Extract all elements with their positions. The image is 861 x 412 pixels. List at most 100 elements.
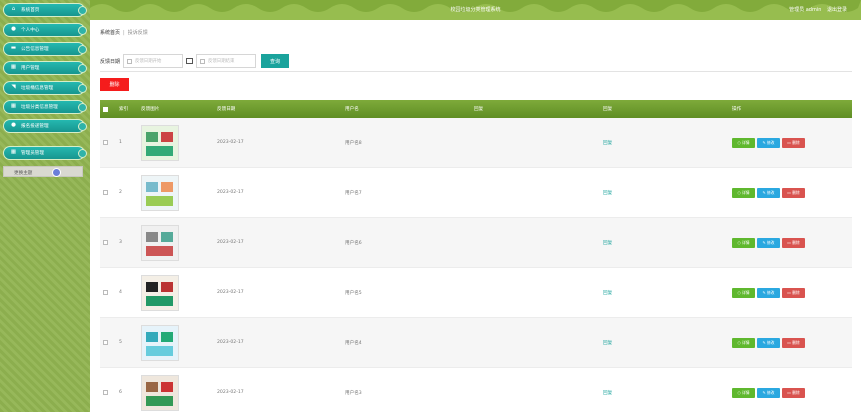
- detail-button[interactable]: ○ 详情: [732, 237, 755, 248]
- breadcrumb-home[interactable]: 系统首页: [100, 30, 120, 36]
- sidebar-item-label: 用户管理: [21, 66, 40, 71]
- row-checkbox[interactable]: [103, 290, 108, 295]
- reply-text: 回复: [603, 290, 613, 296]
- row-index: 1: [119, 140, 122, 145]
- feedback-image[interactable]: [141, 174, 179, 211]
- row-checkbox[interactable]: [103, 240, 108, 245]
- select-all-checkbox[interactable]: [103, 106, 108, 112]
- detail-label: 详情: [741, 189, 750, 195]
- username: 用户名3: [345, 390, 362, 396]
- sidebar-item-label: 系统首页: [21, 8, 40, 13]
- bin-icon: ◥: [11, 84, 16, 91]
- row-checkbox[interactable]: [103, 390, 108, 395]
- username: 用户名7: [345, 190, 362, 196]
- sidebar-item-categories[interactable]: ▦ 垃圾分类信息管理: [3, 100, 87, 114]
- edit-button[interactable]: ✎ 修改: [757, 137, 780, 148]
- reply-text: 回复: [603, 190, 613, 196]
- delete-button[interactable]: ▭ 删除: [782, 137, 805, 148]
- feedback-date: 2023-02-17: [217, 340, 244, 345]
- edit-button[interactable]: ✎ 修改: [757, 387, 780, 398]
- column-header: 索引: [119, 107, 129, 112]
- detail-label: 详情: [741, 389, 750, 395]
- sidebar-item-bins[interactable]: ◥ 垃圾桶信息管理: [3, 81, 87, 95]
- feedback-image[interactable]: [141, 274, 179, 311]
- batch-delete-button[interactable]: 删除: [100, 78, 129, 91]
- delete-label: 删除: [792, 339, 800, 345]
- system-title: 校园垃圾分类管理系统: [450, 7, 501, 13]
- feedback-image[interactable]: [141, 224, 179, 261]
- column-header: 操作: [732, 107, 742, 112]
- delete-button[interactable]: ▭ 删除: [782, 187, 805, 198]
- row-checkbox[interactable]: [103, 140, 108, 145]
- reply-text: 回复: [603, 240, 613, 246]
- feedback-image[interactable]: [141, 374, 179, 411]
- user-icon: ●: [11, 122, 16, 129]
- search-button[interactable]: 查询: [261, 54, 290, 68]
- expand-icon: [78, 26, 87, 35]
- detail-button[interactable]: ○ 详情: [732, 137, 755, 148]
- feedback-image[interactable]: [141, 324, 179, 361]
- expand-icon: [78, 64, 87, 73]
- theme-switcher[interactable]: 更换主题: [3, 166, 83, 177]
- feedback-image[interactable]: [141, 124, 179, 161]
- breadcrumb: 系统首页 | 投诉反馈: [100, 30, 148, 36]
- detail-button[interactable]: ○ 详情: [732, 387, 755, 398]
- expand-icon: [78, 84, 87, 93]
- theme-label: 更换主题: [14, 171, 33, 176]
- end-date-input[interactable]: 反馈日期结束: [196, 54, 257, 68]
- username: 用户名4: [345, 340, 362, 346]
- start-date-input[interactable]: 反馈日期开始: [123, 54, 184, 68]
- breadcrumb-current: 投诉反馈: [127, 30, 148, 36]
- edit-label: 修改: [766, 189, 775, 195]
- grid-icon: ▦: [10, 103, 17, 110]
- delete-label: 删除: [792, 239, 800, 245]
- detail-button[interactable]: ○ 详情: [732, 337, 755, 348]
- main-content: 系统首页 | 投诉反馈 反馈日期 反馈日期开始 反馈日期结束 查询 删除 索引 反馈…: [90, 20, 861, 412]
- delete-label: 删除: [792, 289, 800, 295]
- sidebar-item-profile[interactable]: ● 个人中心: [3, 23, 87, 37]
- edit-button[interactable]: ✎ 修改: [757, 287, 780, 298]
- detail-label: 详情: [741, 339, 750, 345]
- detail-button[interactable]: ○ 详情: [732, 187, 755, 198]
- row-checkbox[interactable]: [103, 190, 108, 195]
- delete-button[interactable]: ▭ 删除: [782, 337, 805, 348]
- reply-text: 回复: [603, 140, 613, 146]
- edit-label: 修改: [766, 239, 775, 245]
- sidebar-item-users[interactable]: ▦ 用户管理: [3, 61, 87, 75]
- edit-button[interactable]: ✎ 修改: [757, 237, 780, 248]
- table-row: 1 2023-02-17 用户名8 回复 ○ 详情 ✎ 修改 ▭ 删除: [100, 118, 852, 168]
- delete-button[interactable]: ▭ 删除: [782, 237, 805, 248]
- sidebar-item-admins[interactable]: ▦ 管理员管理: [3, 146, 87, 160]
- edit-button[interactable]: ✎ 修改: [757, 187, 780, 198]
- column-header: 用户名: [345, 107, 359, 112]
- table-row: 4 2023-02-17 用户名5 回复 ○ 详情 ✎ 修改 ▭ 删除: [100, 268, 852, 318]
- column-header: 反馈图片: [141, 107, 160, 112]
- table-row: 6 2023-02-17 用户名3 回复 ○ 详情 ✎ 修改 ▭ 删除: [100, 368, 852, 412]
- logout-link[interactable]: 退出登录: [827, 7, 847, 13]
- table-body: 1 2023-02-17 用户名8 回复 ○ 详情 ✎ 修改 ▭ 删除 2 2023-02-17…: [100, 118, 852, 412]
- delete-button[interactable]: ▭ 删除: [782, 287, 805, 298]
- theme-toggle-icon[interactable]: [52, 168, 61, 177]
- row-index: 5: [119, 340, 122, 345]
- table-row: 3 2023-02-17 用户名6 回复 ○ 详情 ✎ 修改 ▭ 删除: [100, 218, 852, 268]
- sidebar-item-notices[interactable]: ▬ 公告信息管理: [3, 42, 87, 56]
- feedback-date: 2023-02-17: [217, 140, 244, 145]
- detail-button[interactable]: ○ 详情: [732, 287, 755, 298]
- delete-button[interactable]: ▭ 删除: [782, 387, 805, 398]
- table-row: 2 2023-02-17 用户名7 回复 ○ 详情 ✎ 修改 ▭ 删除: [100, 168, 852, 218]
- divider: [100, 71, 852, 72]
- start-date-placeholder: 反馈日期开始: [135, 59, 162, 64]
- sidebar: ⌂ 系统首页 ● 个人中心 ▬ 公告信息管理 ▦ 用户管理 ◥ 垃圾桶信息管理 …: [0, 0, 90, 412]
- expand-icon: [78, 45, 87, 54]
- sidebar-item-delivery[interactable]: ● 报名投递管理: [3, 119, 87, 133]
- sidebar-item-label: 报名投递管理: [21, 124, 49, 129]
- edit-button[interactable]: ✎ 修改: [757, 337, 780, 348]
- sidebar-item-home[interactable]: ⌂ 系统首页: [3, 3, 87, 17]
- reply-text: 回复: [603, 340, 613, 346]
- detail-label: 详情: [741, 139, 750, 145]
- sidebar-item-label: 垃圾分类信息管理: [21, 105, 58, 110]
- edit-label: 修改: [766, 139, 775, 145]
- home-icon: ⌂: [11, 6, 16, 13]
- row-checkbox[interactable]: [103, 340, 108, 345]
- edit-label: 修改: [766, 389, 775, 395]
